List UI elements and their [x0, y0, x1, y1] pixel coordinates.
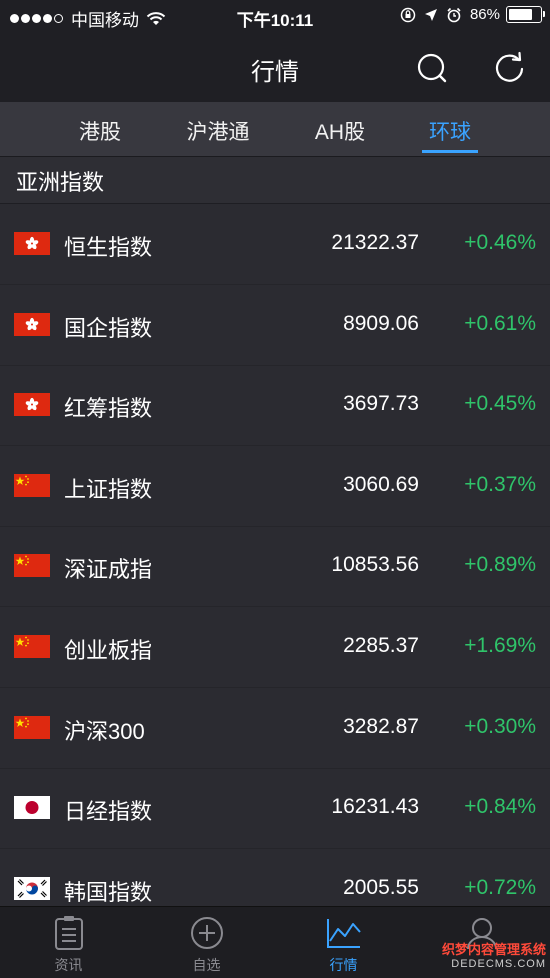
- index-name: 国企指数: [64, 315, 153, 341]
- section-header: 亚洲指数: [0, 157, 550, 204]
- china-flag-icon: [14, 715, 50, 739]
- index-price: 16231.43: [331, 795, 419, 819]
- index-name: 沪深300: [64, 718, 145, 744]
- index-change: +0.84%: [464, 795, 536, 819]
- market-tabs: 港股 沪港通 AH股 环球: [0, 102, 550, 157]
- news-icon: [54, 916, 83, 950]
- index-change: +0.37%: [464, 472, 536, 496]
- index-price: 3282.87: [343, 714, 419, 738]
- tab-global[interactable]: 环球: [418, 116, 482, 146]
- index-name: 上证指数: [64, 476, 153, 502]
- tabbar-item-watchlist[interactable]: 自选: [138, 907, 275, 978]
- index-price: 3697.73: [343, 392, 419, 416]
- search-icon: [417, 53, 447, 83]
- index-row[interactable]: 日经指数 16231.43 +0.84%: [0, 768, 550, 850]
- index-name: 红筹指数: [64, 396, 153, 422]
- hong-kong-flag-icon: [14, 232, 50, 255]
- navigation-bar: 行情: [0, 32, 550, 102]
- battery-icon: [506, 6, 545, 23]
- watermark-line1: 织梦内容管理系统: [441, 942, 546, 957]
- add-watchlist-icon: [190, 917, 223, 949]
- tab-ah-shares[interactable]: AH股: [306, 116, 374, 146]
- index-name: 创业板指: [64, 638, 153, 663]
- tabbar-label: 自选: [192, 957, 221, 973]
- index-change: +0.89%: [464, 553, 536, 577]
- index-row[interactable]: 沪深300 3282.87 +0.30%: [0, 688, 550, 769]
- korea-flag-icon: [14, 876, 50, 900]
- bottom-tab-bar: 资讯 自选 行情 织梦内容管理系统 DEDECMS.COM: [0, 906, 550, 978]
- hong-kong-flag-icon: [14, 393, 50, 417]
- index-name: 恒生指数: [64, 235, 153, 260]
- china-flag-icon: [14, 473, 50, 497]
- status-right: 86%: [392, 6, 545, 23]
- index-price: 21322.37: [331, 231, 419, 254]
- index-change: +0.30%: [464, 714, 536, 738]
- index-row[interactable]: 国企指数 8909.06 +0.61%: [0, 285, 550, 366]
- refresh-icon: [495, 51, 524, 82]
- market-chart-icon: [326, 919, 361, 948]
- index-row[interactable]: 红筹指数 3697.73 +0.45%: [0, 365, 550, 447]
- status-bar: 中国移动 下午10:11 86%: [0, 0, 550, 32]
- index-row[interactable]: 上证指数 3060.69 +0.37%: [0, 446, 550, 527]
- index-price: 2005.55: [343, 875, 419, 899]
- china-flag-icon: [14, 635, 50, 658]
- index-change: +1.69%: [464, 634, 536, 657]
- index-change: +0.72%: [464, 875, 536, 899]
- index-price: 2285.37: [343, 634, 419, 657]
- battery-percent: 86%: [469, 6, 500, 23]
- tabbar-label: 行情: [329, 957, 358, 973]
- index-row[interactable]: 创业板指 2285.37 +1.69%: [0, 607, 550, 688]
- index-name: 韩国指数: [64, 879, 153, 905]
- index-change: +0.61%: [464, 311, 536, 335]
- index-price: 3060.69: [343, 472, 419, 496]
- index-name: 日经指数: [64, 799, 153, 825]
- index-change: +0.45%: [464, 392, 536, 416]
- tab-hk-stocks[interactable]: 港股: [68, 116, 132, 146]
- refresh-button[interactable]: [492, 50, 528, 86]
- watermark-line2: DEDECMS.COM: [451, 958, 546, 970]
- index-price: 10853.56: [331, 553, 419, 577]
- app-root: 中国移动 下午10:11 86% 行情 港股 沪港通 AH股 环球 亚洲指数 恒…: [0, 0, 550, 978]
- hong-kong-flag-icon: [14, 312, 50, 336]
- tabbar-item-market[interactable]: 行情: [275, 907, 412, 978]
- section-title: 亚洲指数: [16, 170, 105, 195]
- alarm-icon: [447, 7, 461, 22]
- page-title: 行情: [251, 59, 299, 86]
- rotation-lock-icon: [400, 7, 416, 22]
- tabbar-item-news[interactable]: 资讯: [0, 907, 137, 978]
- index-row[interactable]: 深证成指 10853.56 +0.89%: [0, 526, 550, 608]
- location-icon: [424, 8, 437, 21]
- japan-flag-icon: [14, 796, 50, 820]
- tab-hk-connect[interactable]: 沪港通: [178, 116, 258, 146]
- watermark: 织梦内容管理系统 DEDECMS.COM: [442, 943, 546, 971]
- index-row[interactable]: 恒生指数 21322.37 +0.46%: [0, 204, 550, 285]
- active-tab-indicator: [422, 150, 478, 153]
- search-button[interactable]: [414, 50, 450, 86]
- battery-fill: [509, 9, 533, 20]
- index-price: 8909.06: [343, 311, 419, 335]
- tabbar-label: 资讯: [54, 957, 83, 973]
- china-flag-icon: [14, 554, 50, 578]
- index-change: +0.46%: [464, 231, 536, 254]
- index-name: 深证成指: [64, 557, 153, 583]
